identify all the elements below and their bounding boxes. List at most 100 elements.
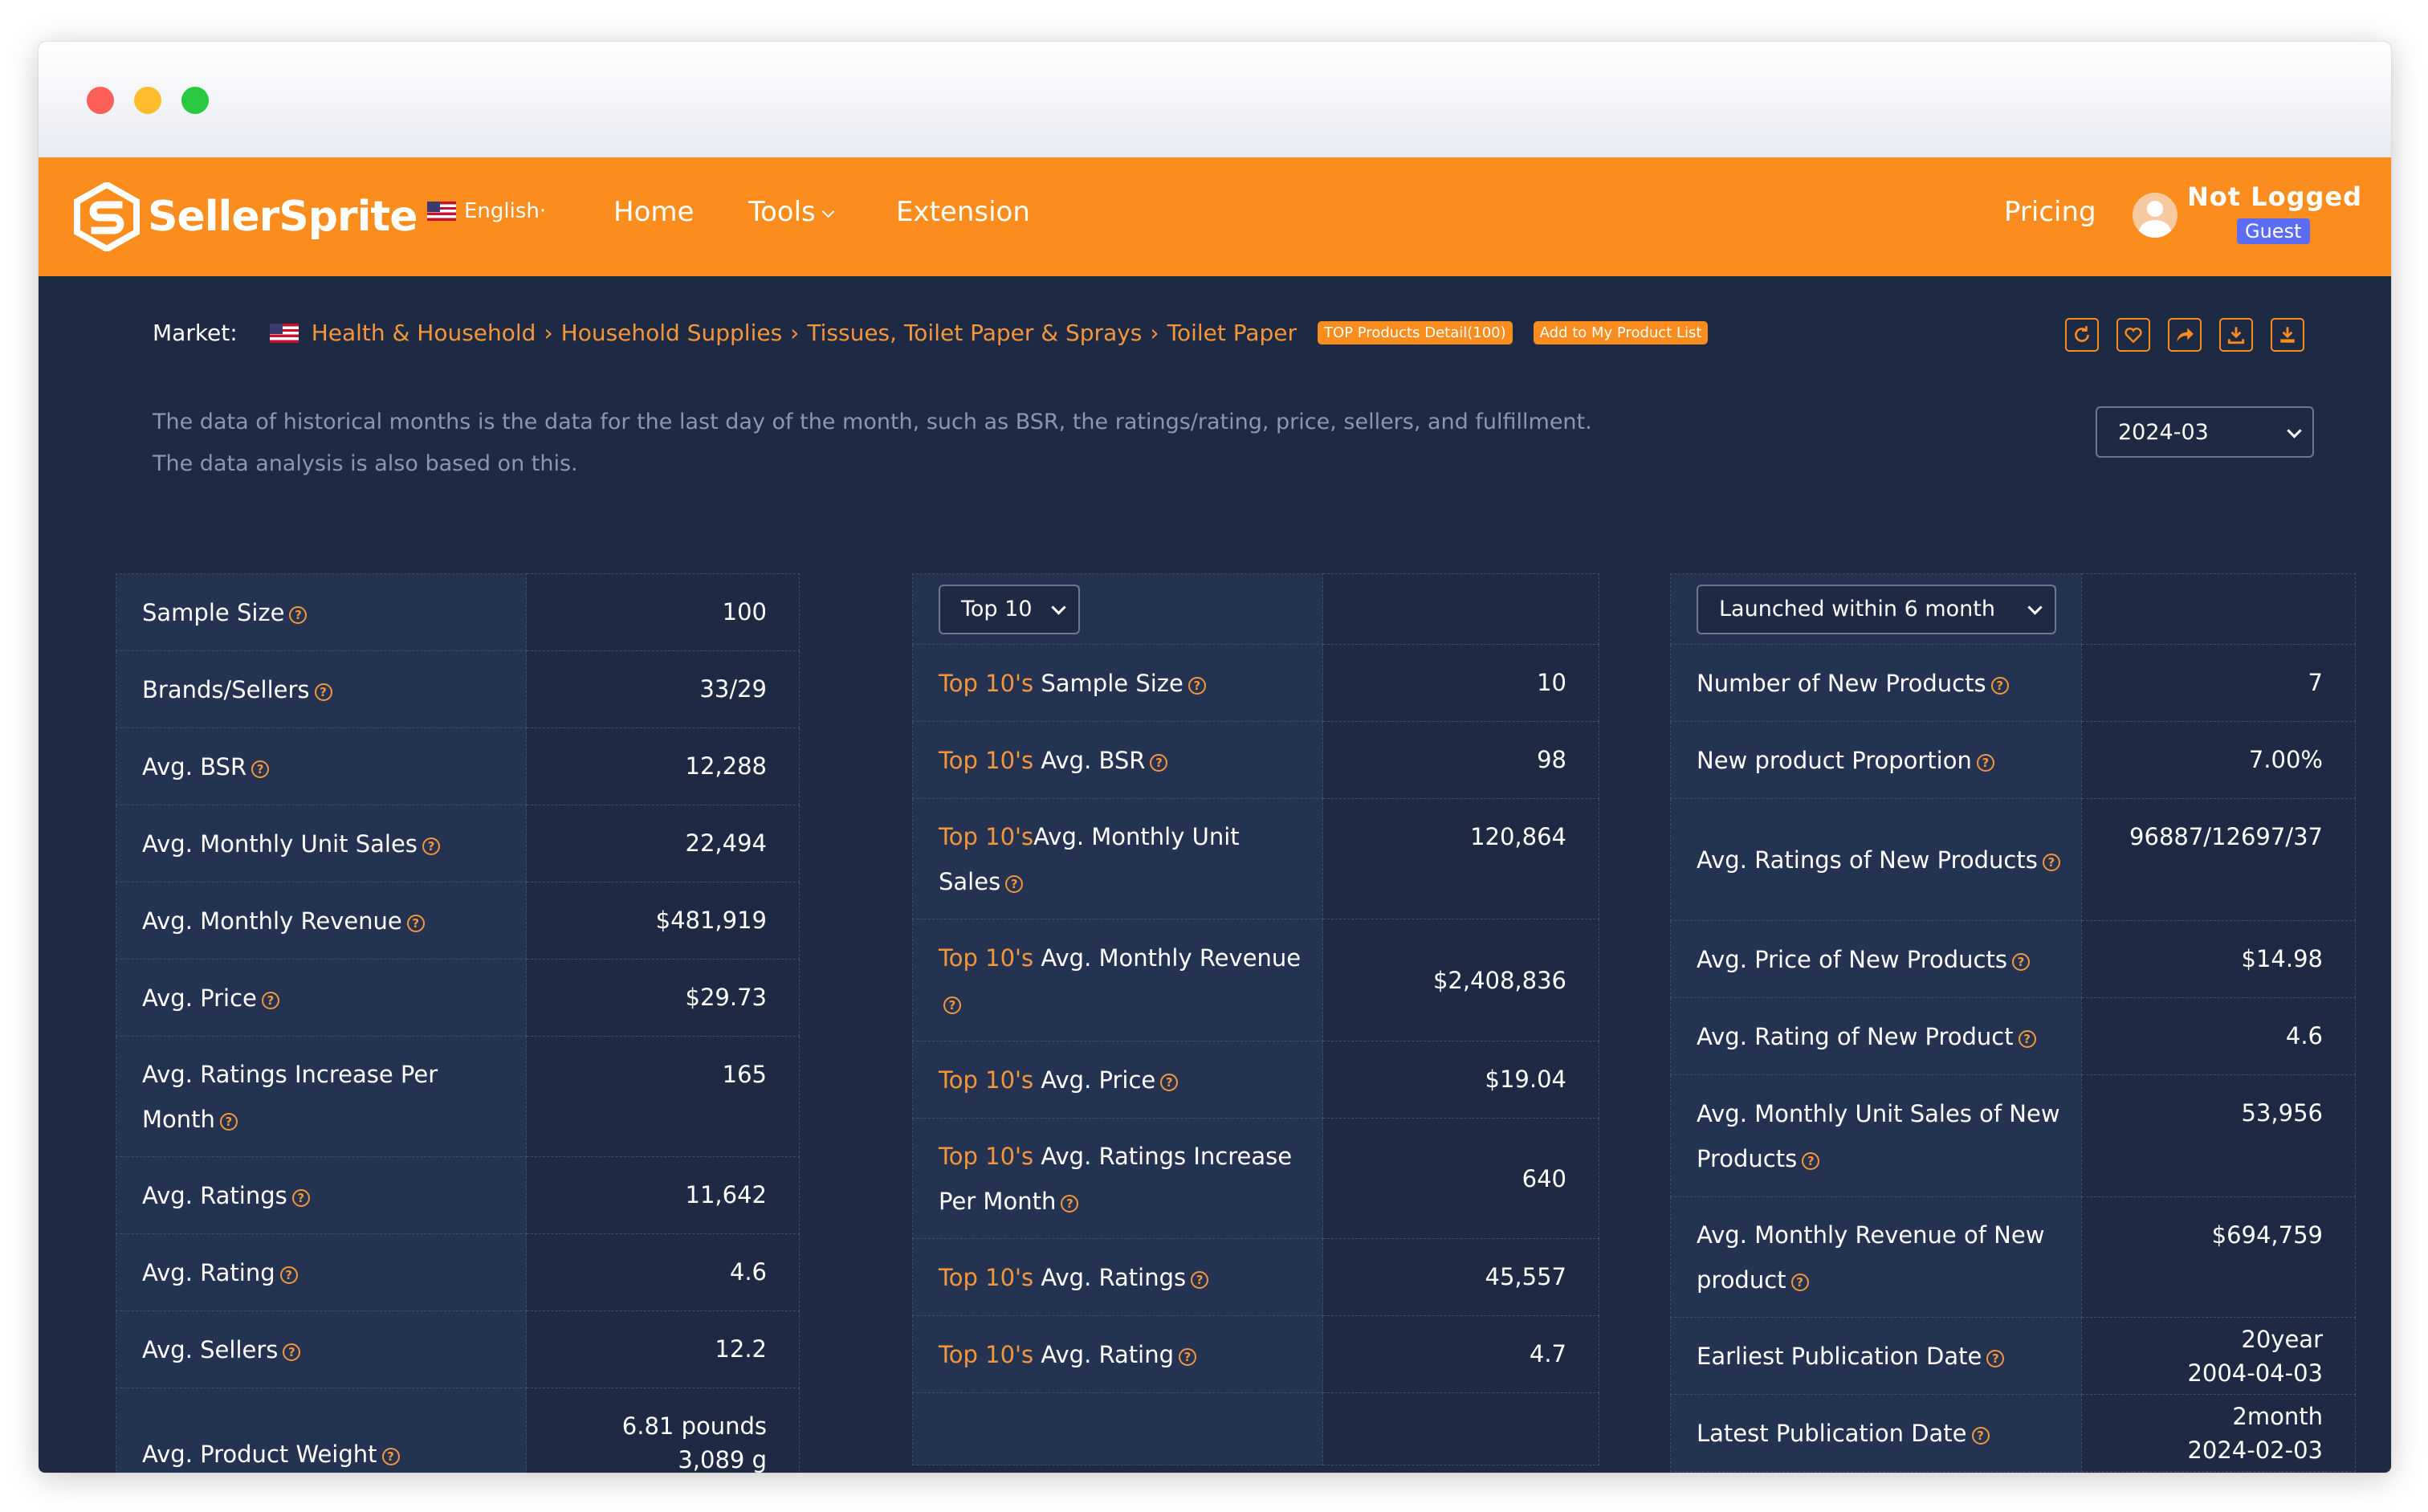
stat-label: Earliest Publication Date xyxy=(1697,1342,1982,1370)
stat-label: Avg. Ratings xyxy=(142,1181,287,1209)
heart-icon[interactable] xyxy=(2116,318,2150,352)
stat-label: Brands/Sellers xyxy=(142,675,310,703)
help-icon[interactable]: ? xyxy=(1150,753,1168,772)
stat-label: Avg. Monthly Revenue xyxy=(1033,943,1302,972)
help-icon[interactable]: ? xyxy=(2011,952,2030,971)
breadcrumb-item-tissues[interactable]: Tissues, Toilet Paper & Sprays xyxy=(807,320,1142,346)
stat-value: $694,759 xyxy=(2080,1196,2357,1318)
table-row: Avg. Ratings Increase Per Month? 165 xyxy=(115,1036,800,1157)
help-icon[interactable]: ? xyxy=(291,1188,310,1207)
stat-value: 7 xyxy=(2080,644,2357,722)
stat-label: Avg. Monthly Unit Sales xyxy=(142,829,418,858)
chevron-down-icon xyxy=(2287,423,2302,438)
data-note: The data of historical months is the dat… xyxy=(153,401,1823,485)
stat-value: 53,956 xyxy=(2080,1074,2357,1197)
help-icon[interactable]: ? xyxy=(1802,1151,1820,1170)
stat-value: 12,288 xyxy=(526,727,800,805)
table-row: Avg. Sellers? 12.2 xyxy=(115,1310,800,1388)
table-row: Avg. Rating? 4.6 xyxy=(115,1233,800,1311)
help-icon[interactable]: ? xyxy=(422,837,440,855)
add-to-product-list-button[interactable]: Add to My Product List xyxy=(1533,321,1709,344)
avatar[interactable] xyxy=(2133,193,2177,238)
help-icon[interactable]: ? xyxy=(381,1447,400,1465)
help-icon[interactable]: ? xyxy=(279,1265,298,1284)
stat-label: Avg. Rating of New Product xyxy=(1697,1022,2014,1050)
breadcrumb-item-household-supplies[interactable]: Household Supplies xyxy=(561,320,783,346)
stat-label: Avg. Rating xyxy=(142,1258,275,1286)
us-flag-icon xyxy=(427,202,456,221)
help-icon[interactable]: ? xyxy=(1790,1273,1809,1291)
breadcrumb-item-toilet-paper[interactable]: Toilet Paper xyxy=(1167,320,1297,346)
nav-pricing-link[interactable]: Pricing xyxy=(2004,196,2096,228)
sellersprite-logo[interactable]: SellerSprite xyxy=(72,180,418,254)
stat-label: Avg. BSR xyxy=(1033,746,1146,774)
stat-value: 2month 2024-02-03 xyxy=(2080,1394,2357,1472)
help-icon[interactable]: ? xyxy=(406,914,425,932)
logo-s-icon xyxy=(74,182,140,251)
stat-value: 33/29 xyxy=(526,650,800,728)
chevron-down-icon xyxy=(821,205,835,218)
brand-name: SellerSprite xyxy=(148,193,418,241)
top-prefix: Top 10's xyxy=(939,1263,1034,1291)
nav-tools-menu[interactable]: Tools xyxy=(748,196,835,228)
minimize-window-button[interactable] xyxy=(134,87,161,114)
stat-value: $29.73 xyxy=(526,959,800,1037)
help-icon[interactable]: ? xyxy=(1061,1194,1079,1212)
download-icon[interactable] xyxy=(2219,318,2253,352)
stat-value: 11,642 xyxy=(526,1156,800,1234)
help-icon[interactable]: ? xyxy=(261,991,279,1009)
help-icon[interactable]: ? xyxy=(283,1343,301,1361)
help-icon[interactable]: ? xyxy=(1179,1347,1197,1366)
maximize-window-button[interactable] xyxy=(181,87,209,114)
help-icon[interactable]: ? xyxy=(1986,1349,2005,1367)
table-row: Launched within 6 month xyxy=(1670,573,2357,645)
stat-label: Sample Size xyxy=(1033,669,1183,697)
language-selector[interactable]: English· xyxy=(427,199,546,223)
share-icon[interactable] xyxy=(2168,318,2202,352)
help-icon[interactable]: ? xyxy=(1005,874,1024,893)
table-row: Top 10's Avg. Monthly Revenue? $2,408,836 xyxy=(911,919,1599,1041)
help-icon[interactable]: ? xyxy=(2018,1029,2036,1048)
export-icon[interactable] xyxy=(2271,318,2304,352)
help-icon[interactable]: ? xyxy=(314,683,332,701)
help-icon[interactable]: ? xyxy=(2042,853,2060,871)
help-icon[interactable]: ? xyxy=(219,1112,238,1131)
help-icon[interactable]: ? xyxy=(289,605,308,624)
user-status[interactable]: Not Logged xyxy=(2187,181,2362,212)
launch-window-select[interactable]: Launched within 6 month xyxy=(1697,584,2056,634)
latest-age: 2month xyxy=(2232,1402,2323,1430)
top-prefix: Top 10's xyxy=(939,1340,1034,1368)
browser-window: SellerSprite English· Home Tools Extensi… xyxy=(39,42,2391,1473)
help-icon[interactable]: ? xyxy=(1971,1426,1990,1445)
top-prefix: Top 10's xyxy=(939,1066,1034,1094)
nav-extension-link[interactable]: Extension xyxy=(896,196,1030,228)
top-products-detail-button[interactable]: TOP Products Detail(100) xyxy=(1318,321,1513,344)
help-icon[interactable]: ? xyxy=(943,996,961,1014)
close-window-button[interactable] xyxy=(87,87,114,114)
weight-grams: 3,089 g xyxy=(678,1446,767,1473)
help-icon[interactable]: ? xyxy=(1191,1270,1209,1289)
help-icon[interactable]: ? xyxy=(1160,1073,1179,1091)
help-icon[interactable]: ? xyxy=(1976,753,1994,772)
weight-pounds: 6.81 pounds xyxy=(621,1412,767,1440)
help-icon[interactable]: ? xyxy=(1188,676,1206,695)
stat-value: 165 xyxy=(526,1036,800,1157)
chevron-down-icon xyxy=(2027,599,2043,615)
help-icon[interactable]: ? xyxy=(1990,676,2009,695)
help-icon[interactable]: ? xyxy=(251,760,270,778)
table-row: Number of New Products? 7 xyxy=(1670,644,2357,722)
month-select[interactable]: 2024-03 xyxy=(2096,406,2314,458)
stat-label: Avg. Ratings xyxy=(1033,1263,1187,1291)
breadcrumb-item-health-household[interactable]: Health & Household xyxy=(312,320,536,346)
stat-value: 640 xyxy=(1322,1118,1599,1239)
nav-home-link[interactable]: Home xyxy=(613,196,694,228)
refresh-icon[interactable] xyxy=(2065,318,2099,352)
top-products-stats-table: Top 10 Top 10's Sample Size? 10 Top 10's … xyxy=(911,573,1599,1465)
breadcrumb-separator: › xyxy=(544,320,553,346)
table-row: Avg. Price of New Products? $14.98 xyxy=(1670,920,2357,998)
stat-label: Avg. Ratings Increase Per Month xyxy=(142,1060,438,1133)
table-row: Top 10's Avg. Rating? 4.7 xyxy=(911,1315,1599,1393)
table-row: Brands/Sellers? 33/29 xyxy=(115,650,800,728)
table-row: Top 10'sAvg. Monthly Unit Sales? 120,864 xyxy=(911,798,1599,919)
top-n-select[interactable]: Top 10 xyxy=(939,584,1080,634)
